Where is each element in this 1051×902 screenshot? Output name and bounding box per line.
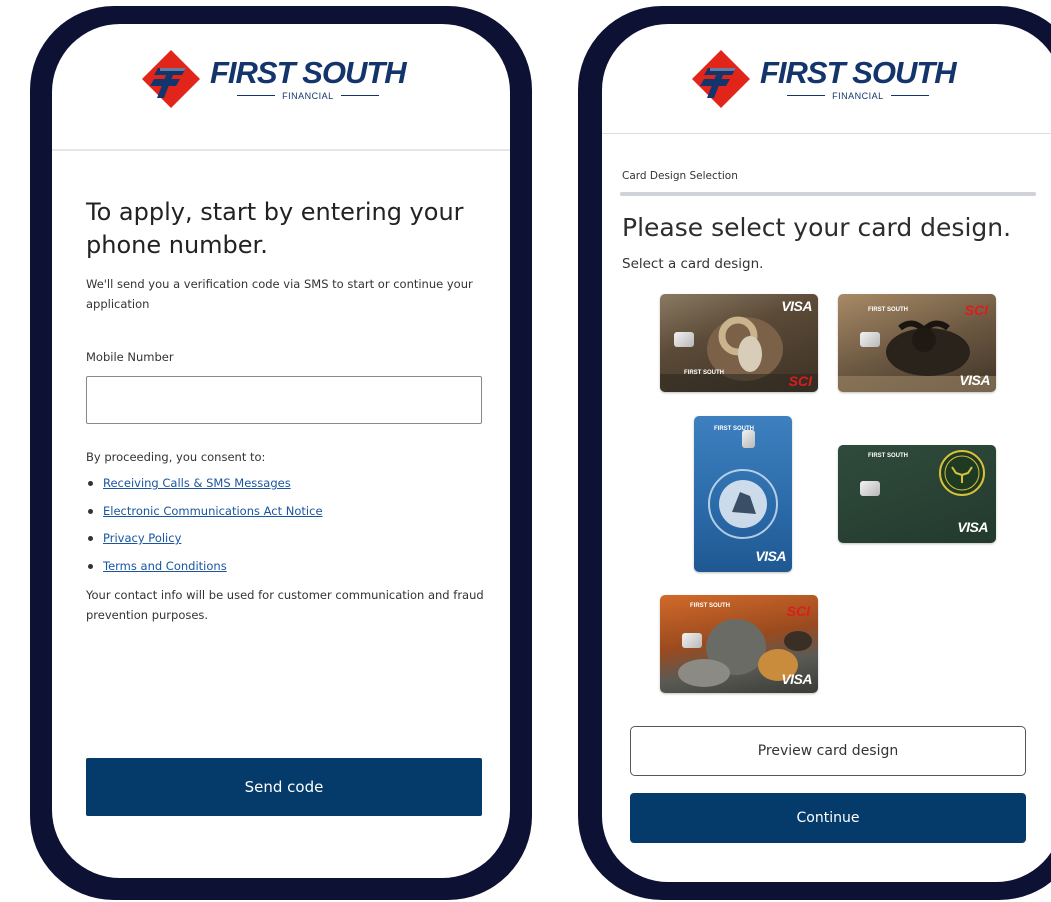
mobile-number-label: Mobile Number: [86, 350, 174, 364]
card-chip-icon: [860, 332, 880, 347]
brand-subtitle: FINANCIAL: [832, 90, 884, 101]
phone-frame-left: FIRST SOUTH FINANCIAL To apply, start by…: [30, 6, 532, 900]
electronic-communications-link[interactable]: Electronic Communications Act Notice: [103, 498, 323, 526]
brand-subtitle: FINANCIAL: [282, 90, 334, 101]
header-divider: [602, 133, 1051, 134]
brand-logo: FIRST SOUTH FINANCIAL: [140, 48, 407, 110]
page-title: To apply, start by entering your phone n…: [86, 198, 464, 259]
header-divider: [52, 149, 510, 151]
card-brand-text: FIRST SOUTH: [868, 453, 908, 459]
sci-logo: SCI: [964, 302, 988, 318]
visa-logo: VISA: [957, 519, 988, 535]
continue-button[interactable]: Continue: [630, 793, 1026, 843]
first-south-logo-icon: [142, 50, 200, 108]
consent-links-list: Receiving Calls & SMS Messages Electroni…: [86, 470, 323, 580]
send-code-button[interactable]: Send code: [86, 758, 482, 816]
preview-card-design-button[interactable]: Preview card design: [630, 726, 1026, 776]
card-brand-text: FIRST SOUTH: [714, 426, 754, 432]
phone-frame-right: FIRST SOUTH FINANCIAL Card Design Select…: [578, 6, 1051, 900]
page-description: We'll send you a verification code via S…: [86, 277, 473, 311]
card-chip-icon: [674, 332, 694, 347]
mobile-number-input[interactable]: [86, 376, 482, 424]
first-south-logo-icon: [692, 50, 750, 108]
bullet-icon: [88, 481, 93, 487]
card-design-option-deer-emblem[interactable]: FIRST SOUTH VISA: [838, 445, 996, 543]
card-design-option-bighorn-sheep[interactable]: VISA SCI FIRST SOUTH: [660, 294, 818, 392]
step-label: Card Design Selection: [622, 170, 738, 182]
card-brand-text: FIRST SOUTH: [690, 603, 730, 609]
brand-name: FIRST SOUTH: [760, 54, 957, 90]
visa-logo: VISA: [755, 548, 786, 564]
phone-screen-card-design: FIRST SOUTH FINANCIAL Card Design Select…: [602, 24, 1051, 882]
card-design-option-safari-club-seal[interactable]: FIRST SOUTH VISA: [694, 416, 792, 572]
card-chip-icon: [860, 481, 880, 496]
card-chip-icon: [742, 430, 755, 448]
privacy-policy-link[interactable]: Privacy Policy: [103, 525, 181, 553]
list-item: Terms and Conditions: [86, 553, 323, 581]
phone-screen-apply: FIRST SOUTH FINANCIAL To apply, start by…: [52, 24, 510, 878]
terms-conditions-link[interactable]: Terms and Conditions: [103, 553, 227, 581]
brand-rule: [890, 95, 929, 96]
sci-logo: SCI: [786, 603, 810, 619]
list-item: Privacy Policy: [86, 525, 323, 553]
card-chip-icon: [682, 633, 702, 648]
brand-rule: [787, 95, 826, 96]
page-subtitle: Select a card design.: [622, 256, 764, 272]
card-design-option-cape-buffalo[interactable]: SCI VISA FIRST SOUTH: [838, 294, 996, 392]
bullet-icon: [88, 563, 93, 569]
brand-logo: FIRST SOUTH FINANCIAL: [690, 48, 957, 110]
consent-intro: By proceeding, you consent to:: [86, 450, 266, 464]
visa-logo: VISA: [781, 671, 812, 687]
card-design-option-big-five[interactable]: FIRST SOUTH SCI VISA: [660, 595, 818, 693]
progress-bar-fill: [620, 192, 1036, 196]
list-item: Electronic Communications Act Notice: [86, 498, 323, 526]
brand-rule: [340, 95, 379, 96]
sci-logo: SCI: [788, 373, 812, 389]
visa-logo: VISA: [781, 298, 812, 314]
card-brand-text: FIRST SOUTH: [684, 370, 724, 376]
brand-rule: [237, 95, 276, 96]
progress-bar: [620, 192, 1036, 196]
list-item: Receiving Calls & SMS Messages: [86, 470, 323, 498]
bullet-icon: [88, 508, 93, 514]
bullet-icon: [88, 536, 93, 542]
contact-info-note: Your contact info will be used for custo…: [86, 588, 484, 622]
visa-logo: VISA: [959, 372, 990, 388]
brand-name: FIRST SOUTH: [210, 54, 407, 90]
calls-sms-link[interactable]: Receiving Calls & SMS Messages: [103, 470, 291, 498]
card-brand-text: FIRST SOUTH: [868, 307, 908, 313]
page-title: Please select your card design.: [622, 213, 1012, 242]
